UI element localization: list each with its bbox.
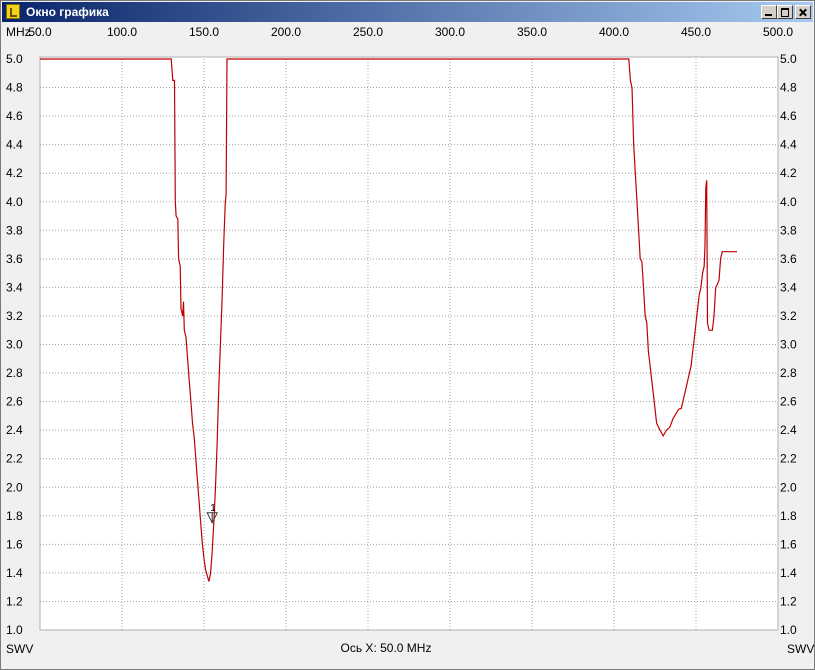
y-tick-label-left: 4.6 xyxy=(6,109,23,123)
x-tick-label: 250.0 xyxy=(353,25,383,39)
y-tick-labels-right: 1.0 1.2 1.4 1.6 1.8 2.0 2.2 2.4 2.6 2.8 3.0 3.2 3.4 3… xyxy=(780,52,797,637)
y-tick-label-right: 4.6 xyxy=(780,109,797,123)
y-tick-label-left: 4.2 xyxy=(6,166,23,180)
y-tick-label-left: 3.6 xyxy=(6,252,23,266)
y-tick-label-left: 1.8 xyxy=(6,509,23,523)
x-tick-label: 500.0 xyxy=(763,25,793,39)
y-tick-label-right: 1.0 xyxy=(780,623,797,637)
y-tick-label-right: 3.8 xyxy=(780,223,797,237)
y-tick-labels-left: 1.0 1.2 1.4 1.6 1.8 2.0 2.2 2.4 2.6 2.8 3.0 3.2 3.4 3… xyxy=(6,52,23,637)
status-x-readout: Ось X: 50.0 MHz xyxy=(341,641,432,655)
x-tick-label: 150.0 xyxy=(189,25,219,39)
swr-chart[interactable]: 50.0 100.0 150.0 200.0 250.0 300.0 350.0 400.0 4… xyxy=(1,1,814,669)
y-tick-label-right: 3.6 xyxy=(780,252,797,266)
x-tick-label: 200.0 xyxy=(271,25,301,39)
x-axis-label: MHz xyxy=(6,25,31,39)
y-tick-label-right: 1.8 xyxy=(780,509,797,523)
y-tick-label-right: 4.4 xyxy=(780,138,797,152)
y-tick-label-right: 4.0 xyxy=(780,195,797,209)
y-tick-label-left: 1.2 xyxy=(6,594,23,608)
y-tick-label-left: 3.8 xyxy=(6,223,23,237)
y-tick-label-right: 4.8 xyxy=(780,81,797,95)
marker-label: 1 xyxy=(210,503,216,514)
y-tick-label-right: 4.2 xyxy=(780,166,797,180)
y-tick-label-left: 5.0 xyxy=(6,52,23,66)
y-tick-label-left: 3.4 xyxy=(6,280,23,294)
y-tick-label-right: 3.2 xyxy=(780,309,797,323)
y-tick-label-left: 4.8 xyxy=(6,81,23,95)
y-axis-label-left: SWV xyxy=(6,642,33,656)
y-tick-label-left: 2.2 xyxy=(6,452,23,466)
x-tick-label: 100.0 xyxy=(107,25,137,39)
y-tick-label-left: 2.6 xyxy=(6,395,23,409)
y-tick-label-left: 3.0 xyxy=(6,338,23,352)
y-tick-label-left: 4.0 xyxy=(6,195,23,209)
y-tick-label-left: 4.4 xyxy=(6,138,23,152)
x-tick-label: 300.0 xyxy=(435,25,465,39)
y-tick-label-left: 1.6 xyxy=(6,537,23,551)
y-tick-label-right: 2.2 xyxy=(780,452,797,466)
y-tick-label-right: 2.0 xyxy=(780,480,797,494)
y-tick-label-left: 2.8 xyxy=(6,366,23,380)
y-tick-label-right: 2.8 xyxy=(780,366,797,380)
x-tick-label: 50.0 xyxy=(28,25,52,39)
y-axis-label-right: SWV xyxy=(787,642,814,656)
x-tick-label: 400.0 xyxy=(599,25,629,39)
x-tick-label: 450.0 xyxy=(681,25,711,39)
y-tick-label-right: 1.2 xyxy=(780,594,797,608)
y-tick-label-right: 1.6 xyxy=(780,537,797,551)
y-tick-label-right: 3.0 xyxy=(780,338,797,352)
y-tick-label-right: 2.6 xyxy=(780,395,797,409)
x-tick-labels: 50.0 100.0 150.0 200.0 250.0 300.0 350.0 400.0 4… xyxy=(28,25,793,39)
graph-window: Окно графика 50.0 100.0 150.0 200.0 250.0 300… xyxy=(0,0,815,670)
y-tick-label-right: 2.4 xyxy=(780,423,797,437)
y-tick-label-left: 1.4 xyxy=(6,566,23,580)
y-tick-label-left: 2.4 xyxy=(6,423,23,437)
y-tick-label-right: 3.4 xyxy=(780,280,797,294)
y-tick-label-left: 3.2 xyxy=(6,309,23,323)
y-tick-label-right: 1.4 xyxy=(780,566,797,580)
y-tick-label-right: 5.0 xyxy=(780,52,797,66)
y-tick-label-left: 2.0 xyxy=(6,480,23,494)
x-tick-label: 350.0 xyxy=(517,25,547,39)
y-tick-label-left: 1.0 xyxy=(6,623,23,637)
